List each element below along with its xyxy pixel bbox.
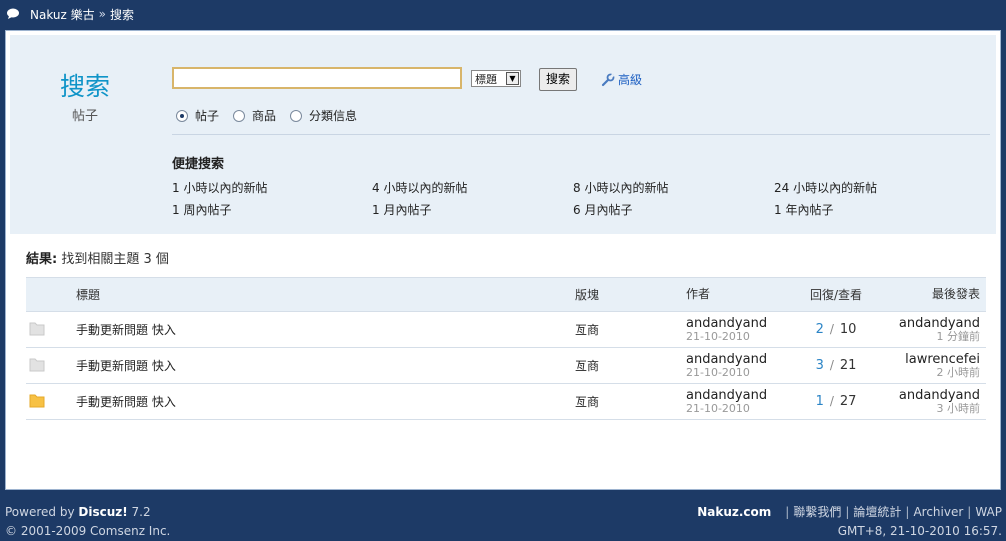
- view-count: 10: [839, 322, 857, 337]
- results-table: 標題 版塊 作者 回復/查看 最後發表 手動更新問題 快入 亙商 andandy…: [26, 277, 986, 420]
- quick-link[interactable]: 8 小時以內的新帖: [573, 179, 774, 196]
- footer-credits: Powered by Discuz! 7.2 © 2001-2009 Comse…: [5, 503, 170, 541]
- copyright: © 2001-2009 Comsenz Inc.: [5, 524, 171, 538]
- quick-search-title: 便捷搜索: [172, 157, 225, 172]
- last-poster-link[interactable]: andandyand: [886, 389, 980, 402]
- quick-link[interactable]: 1 小時以內的新帖: [172, 179, 372, 196]
- topic-title-link[interactable]: 手動更新問題 快入: [76, 321, 575, 338]
- quick-link[interactable]: 24 小時以內的新帖: [774, 179, 974, 196]
- header-title: 標題: [76, 288, 101, 302]
- powered-version: 7.2: [127, 505, 151, 519]
- breadcrumb-current: 搜索: [109, 7, 134, 22]
- radio-checked-icon: [176, 109, 188, 122]
- last-post-time[interactable]: 2 小時前: [886, 366, 981, 379]
- quick-search-links: 1 小時以內的新帖 4 小時以內的新帖 8 小時以內的新帖 24 小時以內的新帖…: [172, 179, 992, 218]
- quick-link[interactable]: 1 月內帖子: [372, 201, 573, 218]
- table-row: 手動更新問題 快入 亙商 andandyand 21-10-2010 3/21 …: [26, 348, 986, 384]
- chevron-down-icon: ▼: [506, 72, 519, 85]
- search-input[interactable]: [172, 67, 462, 89]
- folder-hot-icon: [29, 394, 45, 408]
- server-time: GMT+8, 21-10-2010 16:57.: [837, 524, 1002, 538]
- radio-classified[interactable]: 分類信息: [290, 107, 357, 124]
- page-subtitle: 帖子: [72, 109, 99, 124]
- search-scope-select[interactable]: 標題 ▼: [471, 70, 521, 87]
- header-forum: 版塊: [575, 288, 600, 302]
- last-poster-link[interactable]: lawrencefei: [886, 353, 980, 366]
- wrench-icon: [601, 73, 615, 86]
- post-date: 21-10-2010: [686, 401, 750, 415]
- last-poster-link[interactable]: andandyand: [886, 317, 980, 330]
- slash: /: [829, 394, 834, 408]
- search-button[interactable]: 搜索: [539, 68, 577, 91]
- view-count: 27: [839, 394, 857, 409]
- radio-label: 商品: [252, 109, 277, 123]
- result-summary-label: 結果:: [26, 252, 58, 267]
- search-scope-value: 標題: [475, 72, 497, 86]
- breadcrumb-home[interactable]: Nakuz 樂古: [30, 6, 95, 23]
- result-summary-text: 找到相關主題 3 個: [57, 252, 169, 267]
- footer: Powered by Discuz! 7.2 © 2001-2009 Comse…: [0, 493, 1006, 541]
- divider: [172, 134, 990, 135]
- slash: /: [829, 358, 834, 372]
- header-replies-views: 回復/查看: [809, 288, 863, 302]
- chat-bubble-icon: [7, 8, 19, 19]
- forum-link[interactable]: 亙商: [575, 357, 686, 374]
- result-summary: 結果: 找到相關主題 3 個: [26, 248, 169, 267]
- last-post-time[interactable]: 1 分鐘前: [886, 330, 981, 343]
- reply-count: 1: [815, 394, 824, 409]
- post-date: 21-10-2010: [686, 365, 750, 379]
- table-header: 標題 版塊 作者 回復/查看 最後發表: [26, 277, 986, 312]
- view-count: 21: [839, 358, 857, 373]
- radio-label: 分類信息: [309, 109, 358, 123]
- footer-links: Nakuz.com | 聯繫我們 | 論壇統計 | Archiver | WAP GMT+8, …: [697, 503, 1002, 541]
- reply-count: 3: [815, 358, 824, 373]
- footer-link-stats[interactable]: 論壇統計: [853, 505, 901, 519]
- advanced-search-label: 高級: [618, 73, 643, 87]
- radio-goods[interactable]: 商品: [233, 107, 276, 124]
- advanced-search-link[interactable]: 高級: [601, 71, 642, 88]
- top-bar: Nakuz 樂古 » 搜索: [0, 0, 1006, 28]
- author-link[interactable]: andandyand: [686, 317, 786, 330]
- topic-title-link[interactable]: 手動更新問題 快入: [76, 357, 575, 374]
- search-type-radios: 帖子 商品 分類信息: [176, 107, 371, 124]
- reply-count: 2: [815, 322, 824, 337]
- footer-link-archiver[interactable]: Archiver: [913, 505, 963, 519]
- last-post-time[interactable]: 3 小時前: [886, 402, 981, 415]
- slash: /: [829, 322, 834, 336]
- header-lastpost: 最後發表: [931, 287, 980, 301]
- forum-link[interactable]: 亙商: [575, 393, 686, 410]
- quick-link[interactable]: 4 小時以內的新帖: [372, 179, 573, 196]
- radio-posts[interactable]: 帖子: [176, 107, 219, 124]
- site-link[interactable]: Nakuz.com: [697, 505, 771, 519]
- table-row: 手動更新問題 快入 亙商 andandyand 21-10-2010 1/27 …: [26, 384, 986, 420]
- radio-unchecked-icon: [233, 109, 246, 122]
- footer-link-contact[interactable]: 聯繫我們: [793, 505, 841, 519]
- forum-link[interactable]: 亙商: [575, 321, 686, 338]
- breadcrumb-separator: »: [98, 7, 106, 21]
- author-link[interactable]: andandyand: [686, 353, 786, 366]
- discuz-link[interactable]: Discuz!: [78, 505, 127, 519]
- quick-link[interactable]: 1 年內帖子: [774, 201, 974, 218]
- footer-link-wap[interactable]: WAP: [975, 505, 1002, 519]
- page-title: 搜索: [60, 72, 111, 101]
- table-row: 手動更新問題 快入 亙商 andandyand 21-10-2010 2/10 …: [26, 312, 986, 348]
- folder-grey-icon: [29, 322, 45, 336]
- folder-grey-icon: [29, 358, 45, 372]
- author-link[interactable]: andandyand: [686, 389, 786, 402]
- quick-link[interactable]: 1 周內帖子: [172, 201, 372, 218]
- header-author: 作者: [686, 287, 711, 301]
- radio-label: 帖子: [195, 109, 220, 123]
- powered-prefix: Powered by: [5, 505, 79, 519]
- radio-unchecked-icon: [290, 109, 303, 122]
- search-box: 搜索 帖子 標題 ▼ 搜索 高級 帖子 商品 分類信息 便捷搜索 1 小時以內的…: [10, 35, 996, 234]
- quick-link[interactable]: 6 月內帖子: [573, 201, 774, 218]
- main-panel: 搜索 帖子 標題 ▼ 搜索 高級 帖子 商品 分類信息 便捷搜索 1 小時以內的…: [5, 30, 1001, 490]
- post-date: 21-10-2010: [686, 329, 750, 343]
- topic-title-link[interactable]: 手動更新問題 快入: [76, 393, 575, 410]
